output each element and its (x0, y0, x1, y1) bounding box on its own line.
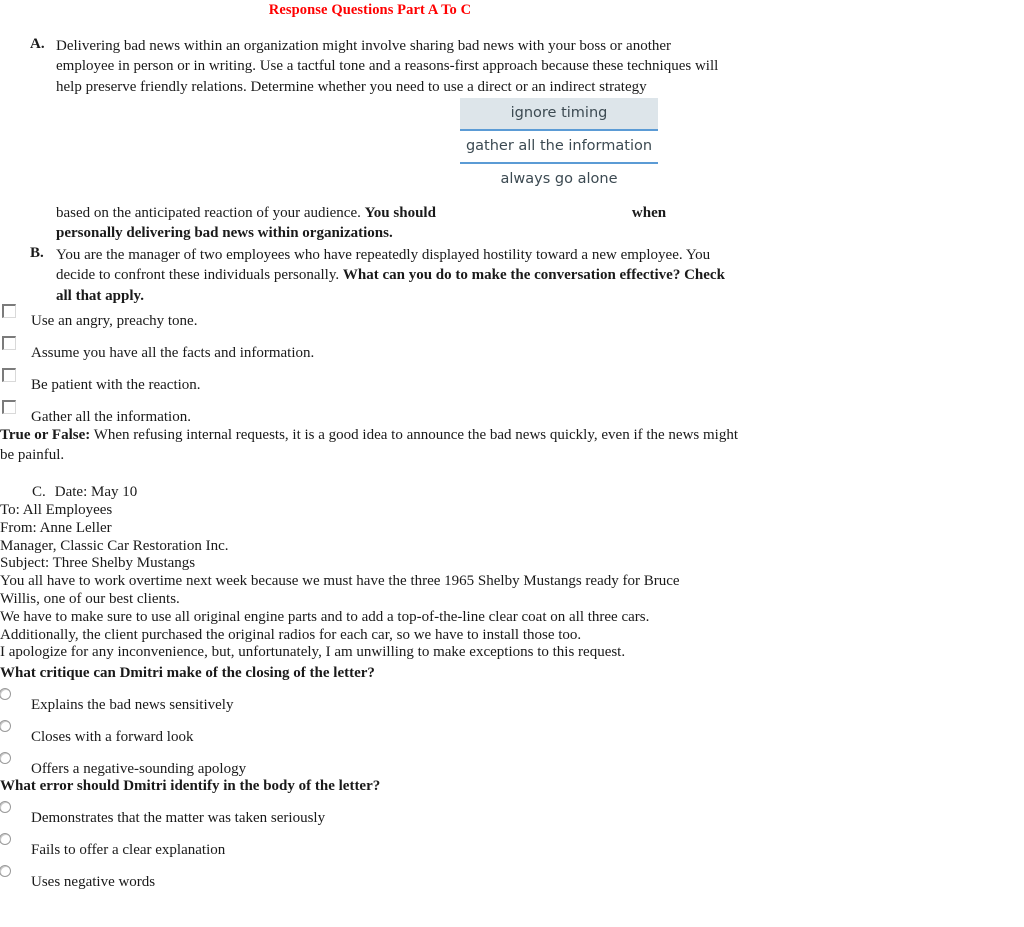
checkbox-icon[interactable] (2, 304, 16, 318)
part-b-marker: B. (30, 245, 44, 261)
question-part-a: A. Delivering bad news within an organiz… (30, 36, 730, 97)
true-false-question: True or False: When refusing internal re… (0, 425, 740, 466)
part-a-continuation: based on the anticipated reaction of you… (56, 203, 736, 244)
checkbox-row[interactable]: Assume you have all the facts and inform… (0, 334, 500, 366)
worksheet-page: Response Questions Part A To C A. Delive… (0, 0, 1024, 927)
radio-icon[interactable] (0, 833, 11, 845)
memo-line-from: From: Anne Leller (0, 519, 112, 536)
part-a-continue-bold-2: personally delivering bad news within or… (56, 225, 393, 242)
memo-paragraph-2: We have to make sure to use all original… (0, 608, 650, 625)
true-false-statement: When refusing internal requests, it is a… (0, 427, 739, 464)
select-option-ignore-timing[interactable]: ignore timing (460, 98, 658, 131)
body-radio-group: Demonstrates that the matter was taken s… (0, 799, 500, 895)
radio-row[interactable]: Uses negative words (0, 863, 500, 895)
part-c-date: Date: May 10 (54, 484, 138, 500)
checkbox-icon[interactable] (2, 368, 16, 382)
select-option-gather-all-the-information[interactable]: gather all the information (460, 131, 658, 164)
radio-icon[interactable] (0, 801, 11, 813)
checkbox-label: Be patient with the reaction. (31, 377, 201, 393)
part-a-continue-when: when (631, 205, 667, 221)
radio-label: Fails to offer a clear explanation (31, 842, 226, 858)
question-body: What error should Dmitri identify in the… (0, 778, 381, 794)
radio-row[interactable]: Explains the bad news sensitively (0, 686, 500, 718)
radio-row[interactable]: Fails to offer a clear explanation (0, 831, 500, 863)
part-c-heading: C. Date: May 10 (32, 484, 137, 501)
checkbox-row[interactable]: Be patient with the reaction. (0, 366, 500, 398)
closing-radio-group: Explains the bad news sensitively Closes… (0, 686, 500, 782)
checkbox-label: Use an angry, preachy tone. (31, 313, 198, 329)
radio-icon[interactable] (0, 720, 11, 732)
memo-line-title: Manager, Classic Car Restoration Inc. (0, 537, 229, 554)
question-part-b: B. You are the manager of two employees … (30, 245, 730, 306)
page-title: Response Questions Part A To C (268, 2, 472, 18)
radio-label: Explains the bad news sensitively (31, 697, 234, 713)
radio-icon[interactable] (0, 752, 11, 764)
radio-row[interactable]: Closes with a forward look (0, 718, 500, 750)
part-a-continue-plain: based on the anticipated reaction of you… (56, 205, 365, 221)
radio-icon[interactable] (0, 865, 11, 877)
checkbox-label: Gather all the information. (31, 409, 191, 425)
question-closing: What critique can Dmitri make of the clo… (0, 665, 375, 681)
radio-label: Uses negative words (31, 874, 156, 890)
radio-label: Closes with a forward look (31, 729, 194, 745)
memo-paragraph-1: You all have to work overtime next week … (0, 573, 680, 607)
radio-label: Offers a negative-sounding apology (31, 761, 247, 777)
memo-paragraph-4: I apologize for any inconvenience, but, … (0, 644, 626, 661)
strategy-select[interactable]: ignore timing gather all the information… (460, 98, 658, 195)
part-b-checkbox-group: Use an angry, preachy tone. Assume you h… (0, 302, 500, 430)
part-a-text: Delivering bad news within an organizati… (56, 38, 719, 95)
memo-paragraph-3: Additionally, the client purchased the o… (0, 626, 582, 643)
true-false-label: True or False: (0, 427, 91, 443)
select-option-always-go-alone[interactable]: always go alone (460, 164, 658, 195)
memo-body: To: All Employees From: Anne Leller Mana… (0, 502, 720, 662)
part-c-marker: C. (32, 484, 46, 500)
radio-row[interactable]: Demonstrates that the matter was taken s… (0, 799, 500, 831)
checkbox-icon[interactable] (2, 336, 16, 350)
part-b-text: You are the manager of two employees who… (56, 245, 730, 306)
memo-line-to: To: All Employees (0, 502, 113, 518)
memo-line-subject: Subject: Three Shelby Mustangs (0, 555, 196, 572)
checkbox-icon[interactable] (2, 400, 16, 414)
radio-label: Demonstrates that the matter was taken s… (31, 810, 326, 826)
part-a-continue-bold-1: You should (364, 205, 436, 221)
checkbox-row[interactable]: Use an angry, preachy tone. (0, 302, 500, 334)
part-a-marker: A. (30, 36, 45, 52)
radio-icon[interactable] (0, 688, 11, 700)
checkbox-label: Assume you have all the facts and inform… (31, 345, 315, 361)
